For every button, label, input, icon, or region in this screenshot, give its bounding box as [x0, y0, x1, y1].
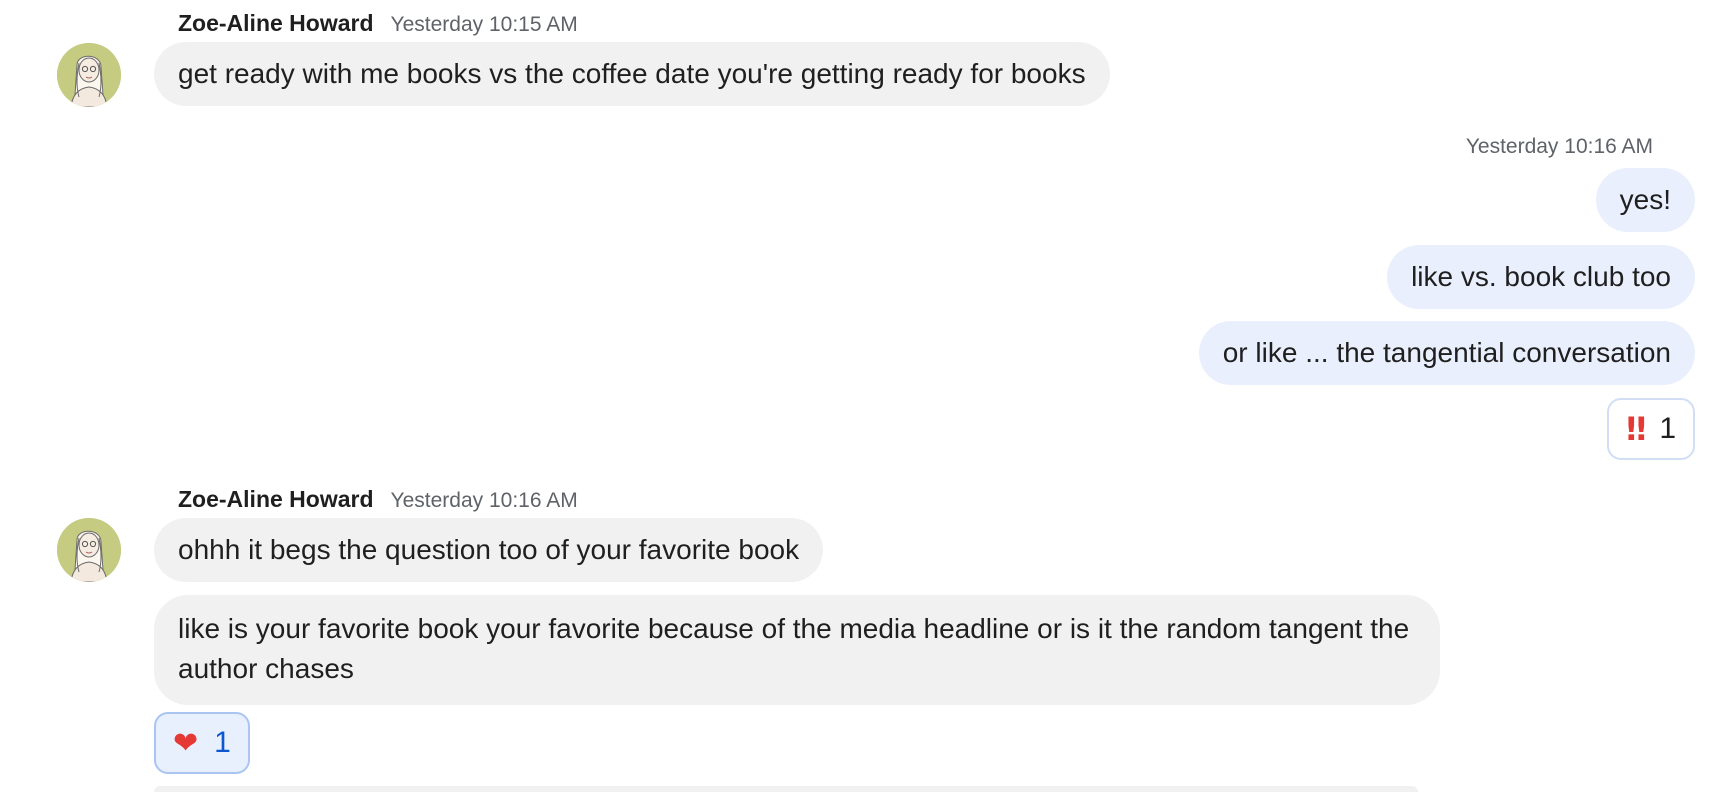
reaction-count: 1: [1659, 412, 1676, 445]
message-timestamp: Yesterday 10:15 AM: [390, 13, 578, 36]
person-portrait-icon: [57, 43, 121, 107]
outgoing-message-bubble[interactable]: yes!: [1595, 168, 1695, 232]
avatar[interactable]: [57, 518, 121, 582]
outgoing-message-bubble[interactable]: or like ... the tangential conversation: [1198, 321, 1695, 385]
message-header: Zoe-Aline Howard Yesterday 10:16 AM: [178, 486, 578, 513]
chat-message-list: Zoe-Aline Howard Yesterday 10:15 AM get …: [0, 0, 1724, 792]
reaction-count: 1: [214, 726, 231, 759]
incoming-message-bubble[interactable]: ohhh it begs the question too of your fa…: [154, 518, 824, 582]
next-message-bubble-edge: [154, 786, 1418, 792]
message-header: Zoe-Aline Howard Yesterday 10:15 AM: [178, 10, 578, 37]
reaction-chip[interactable]: ‼ 1: [1607, 398, 1695, 460]
incoming-message-bubble[interactable]: get ready with me books vs the coffee da…: [154, 42, 1110, 106]
message-timestamp: Yesterday 10:16 AM: [1465, 135, 1653, 158]
avatar[interactable]: [57, 43, 121, 107]
person-portrait-icon: [57, 518, 121, 582]
reaction-chip-selected[interactable]: ❤ 1: [154, 712, 250, 774]
message-timestamp: Yesterday 10:16 AM: [390, 489, 578, 512]
outgoing-message-bubble[interactable]: like vs. book club too: [1387, 245, 1695, 309]
incoming-message-bubble[interactable]: like is your favorite book your favorite…: [154, 595, 1440, 705]
double-exclamation-icon: ‼: [1626, 410, 1646, 448]
sender-name[interactable]: Zoe-Aline Howard: [178, 10, 374, 37]
red-heart-icon: ❤: [173, 725, 199, 761]
sender-name[interactable]: Zoe-Aline Howard: [178, 486, 374, 513]
